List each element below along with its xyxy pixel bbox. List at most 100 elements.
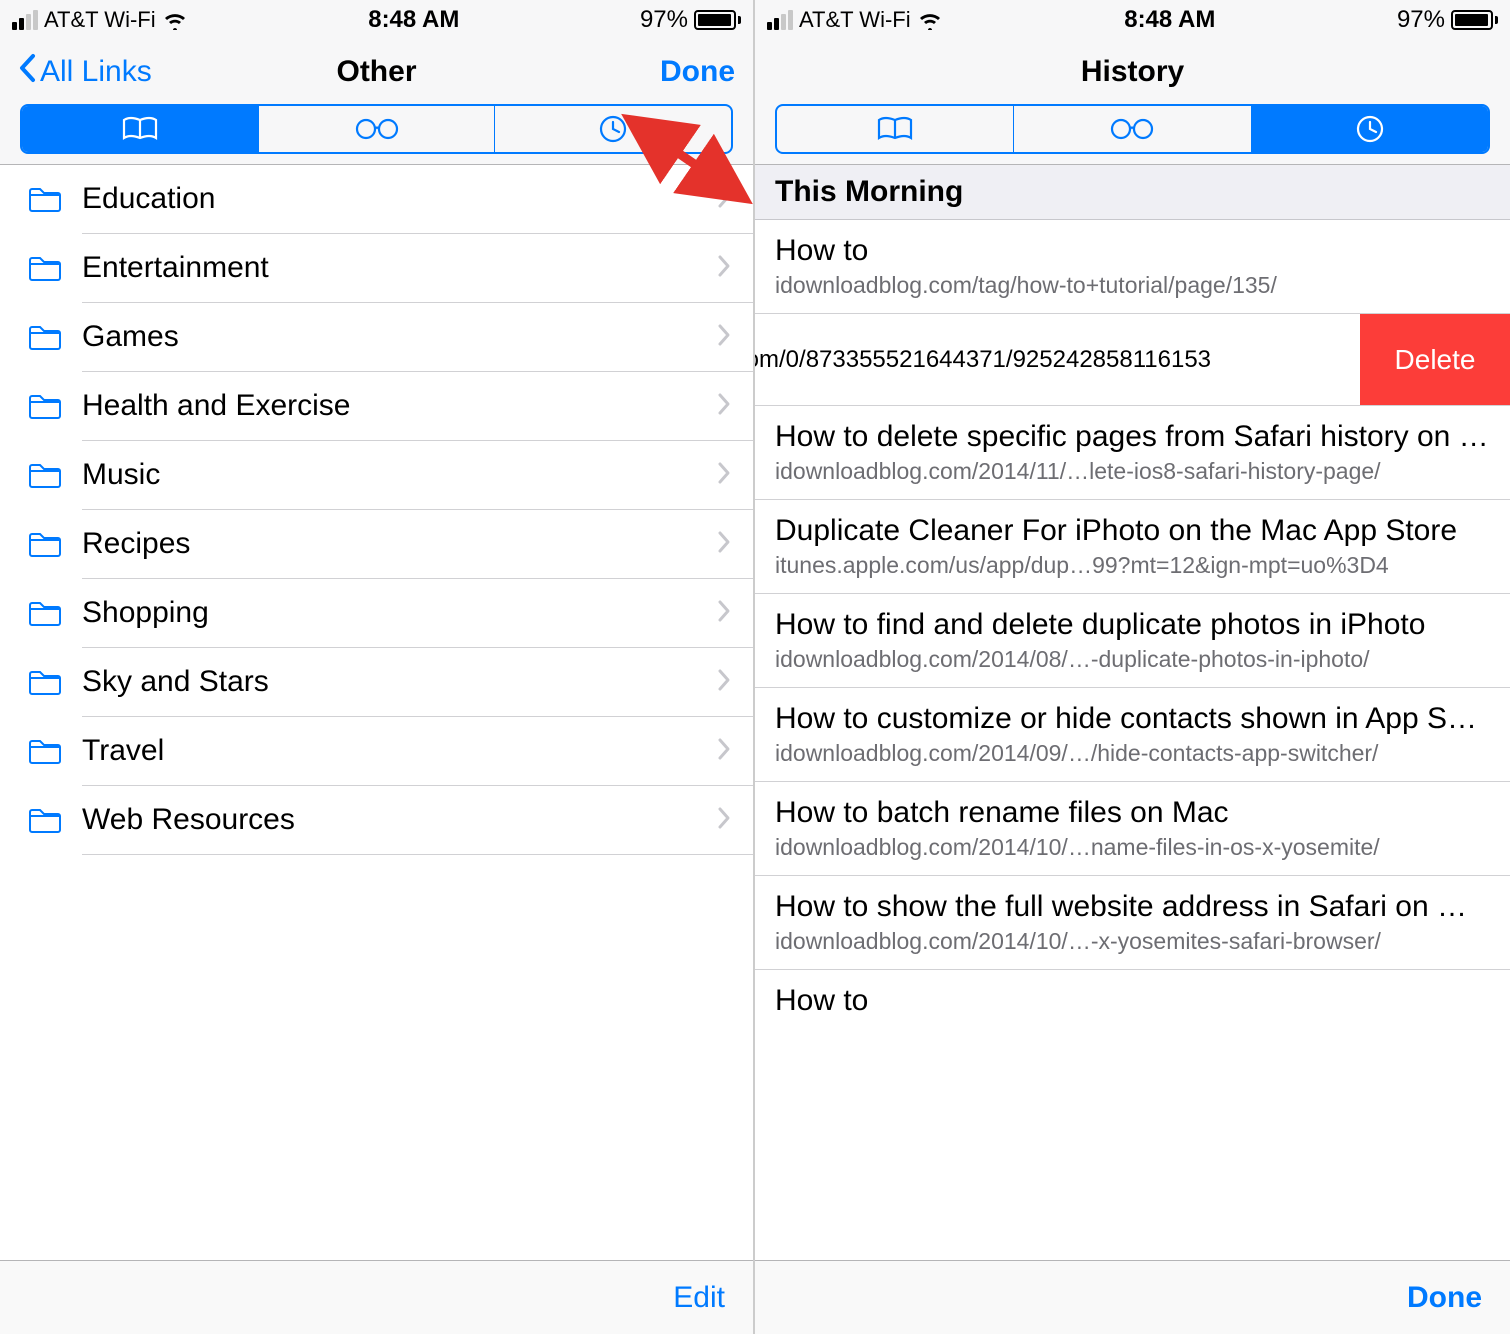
folder-icon	[28, 323, 64, 351]
history-title: How to batch rename files on Mac	[775, 796, 1490, 830]
chevron-left-icon	[18, 53, 36, 91]
battery-percent-label: 97%	[1397, 6, 1445, 34]
folder-row[interactable]: Games	[0, 303, 753, 371]
folder-icon	[28, 668, 64, 696]
history-url: idownloadblog.com/2014/10/…-x-yosemites-…	[775, 928, 1490, 955]
folder-row[interactable]: Recipes	[0, 510, 753, 578]
bookmarks-segmented-control	[20, 104, 733, 154]
segment-reading-list[interactable]	[1014, 106, 1251, 152]
history-row[interactable]: How to batch rename files on Mac idownloa…	[755, 782, 1510, 876]
book-icon	[875, 114, 915, 144]
delete-button[interactable]: Delete	[1360, 314, 1510, 405]
folder-label: Recipes	[82, 527, 190, 561]
done-button[interactable]: Done	[1407, 1281, 1482, 1315]
history-list: How to idownloadblog.com/tag/how-to+tutor…	[755, 220, 1510, 1260]
carrier-label: AT&T Wi-Fi	[799, 7, 911, 33]
history-title: How to find and delete duplicate photos …	[775, 608, 1490, 642]
segment-reading-list[interactable]	[259, 106, 496, 152]
nav-bar: History	[755, 40, 1510, 104]
history-title: How to	[775, 984, 1490, 1018]
segment-bookmarks[interactable]	[22, 106, 259, 152]
history-row[interactable]: .com/0/873355521644371/925242858116153 De…	[755, 314, 1510, 406]
status-bar: AT&T Wi-Fi 8:48 AM 97%	[755, 0, 1510, 40]
history-screen: AT&T Wi-Fi 8:48 AM 97% History	[755, 0, 1510, 1334]
folder-list: Education Entertainment Games Health and Ex…	[0, 165, 753, 1260]
folder-row[interactable]: Sky and Stars	[0, 648, 753, 716]
folder-label: Shopping	[82, 596, 209, 630]
folder-icon	[28, 599, 64, 627]
clock-icon	[1355, 114, 1385, 144]
bookmarks-segmented-control	[775, 104, 1490, 154]
battery-icon	[1451, 10, 1498, 30]
history-title: Duplicate Cleaner For iPhoto on the Mac …	[775, 514, 1490, 548]
folder-label: Games	[82, 320, 179, 354]
folder-row[interactable]: Travel	[0, 717, 753, 785]
folder-label: Education	[82, 182, 215, 216]
folder-icon	[28, 254, 64, 282]
folder-label: Sky and Stars	[82, 665, 269, 699]
clock-label: 8:48 AM	[1124, 6, 1215, 34]
history-row[interactable]: How to show the full website address in …	[755, 876, 1510, 970]
folder-row[interactable]: Shopping	[0, 579, 753, 647]
history-row[interactable]: Duplicate Cleaner For iPhoto on the Mac …	[755, 500, 1510, 594]
folder-row[interactable]: Health and Exercise	[0, 372, 753, 440]
toolbar: Done	[755, 1260, 1510, 1334]
folder-row[interactable]: Music	[0, 441, 753, 509]
history-url: idownloadblog.com/2014/09/…/hide-contact…	[775, 740, 1490, 767]
history-url: idownloadblog.com/2014/10/…name-files-in…	[775, 834, 1490, 861]
chevron-right-icon	[717, 185, 731, 214]
history-url: .com/0/873355521644371/925242858116153	[755, 346, 1211, 374]
chevron-right-icon	[717, 323, 731, 352]
clock-icon	[598, 114, 628, 144]
history-row[interactable]: How toidownloadblog.com/tag/how-to+tutor…	[755, 220, 1510, 314]
bookmarks-screen: AT&T Wi-Fi 8:48 AM 97% All Links	[0, 0, 755, 1334]
history-row[interactable]: How to customize or hide contacts shown …	[755, 688, 1510, 782]
back-button[interactable]: All Links	[18, 53, 152, 91]
folder-row[interactable]: Entertainment	[0, 234, 753, 302]
folder-label: Health and Exercise	[82, 389, 350, 423]
nav-title: History	[755, 55, 1510, 89]
glasses-icon	[1107, 117, 1157, 141]
history-url: idownloadblog.com/tag/how-to+tutorial/pa…	[775, 272, 1490, 299]
folder-icon	[28, 392, 64, 420]
folder-icon	[28, 806, 64, 834]
chevron-right-icon	[717, 530, 731, 559]
status-bar: AT&T Wi-Fi 8:48 AM 97%	[0, 0, 753, 40]
history-row[interactable]: How to	[755, 970, 1510, 1018]
folder-icon	[28, 530, 64, 558]
carrier-label: AT&T Wi-Fi	[44, 7, 156, 33]
back-label: All Links	[40, 55, 152, 89]
segment-bookmarks[interactable]	[777, 106, 1014, 152]
book-icon	[120, 114, 160, 144]
folder-label: Entertainment	[82, 251, 269, 285]
folder-row[interactable]: Web Resources	[0, 786, 753, 854]
wifi-icon	[162, 10, 188, 30]
edit-button[interactable]: Edit	[673, 1281, 725, 1315]
cellular-signal-icon	[12, 10, 38, 30]
folder-row[interactable]: Education	[0, 165, 753, 233]
history-row[interactable]: How to find and delete duplicate photos …	[755, 594, 1510, 688]
folder-label: Travel	[82, 734, 164, 768]
chevron-right-icon	[717, 461, 731, 490]
segment-history[interactable]	[495, 106, 731, 152]
chevron-right-icon	[717, 254, 731, 283]
history-url: idownloadblog.com/2014/11/…lete-ios8-saf…	[775, 458, 1490, 485]
toolbar: Edit	[0, 1260, 753, 1334]
history-url: itunes.apple.com/us/app/dup…99?mt=12&ign…	[775, 552, 1490, 579]
chevron-right-icon	[717, 806, 731, 835]
chevron-right-icon	[717, 737, 731, 766]
done-button[interactable]: Done	[660, 55, 735, 89]
folder-label: Web Resources	[82, 803, 295, 837]
battery-icon	[694, 10, 741, 30]
history-row[interactable]: How to delete specific pages from Safari…	[755, 406, 1510, 500]
history-title: How to delete specific pages from Safari…	[775, 420, 1490, 454]
history-title: How to show the full website address in …	[775, 890, 1490, 924]
chevron-right-icon	[717, 392, 731, 421]
folder-icon	[28, 737, 64, 765]
glasses-icon	[352, 117, 402, 141]
folder-icon	[28, 185, 64, 213]
segment-history[interactable]	[1252, 106, 1488, 152]
clock-label: 8:48 AM	[368, 6, 459, 34]
history-url: idownloadblog.com/2014/08/…-duplicate-ph…	[775, 646, 1490, 673]
folder-icon	[28, 461, 64, 489]
